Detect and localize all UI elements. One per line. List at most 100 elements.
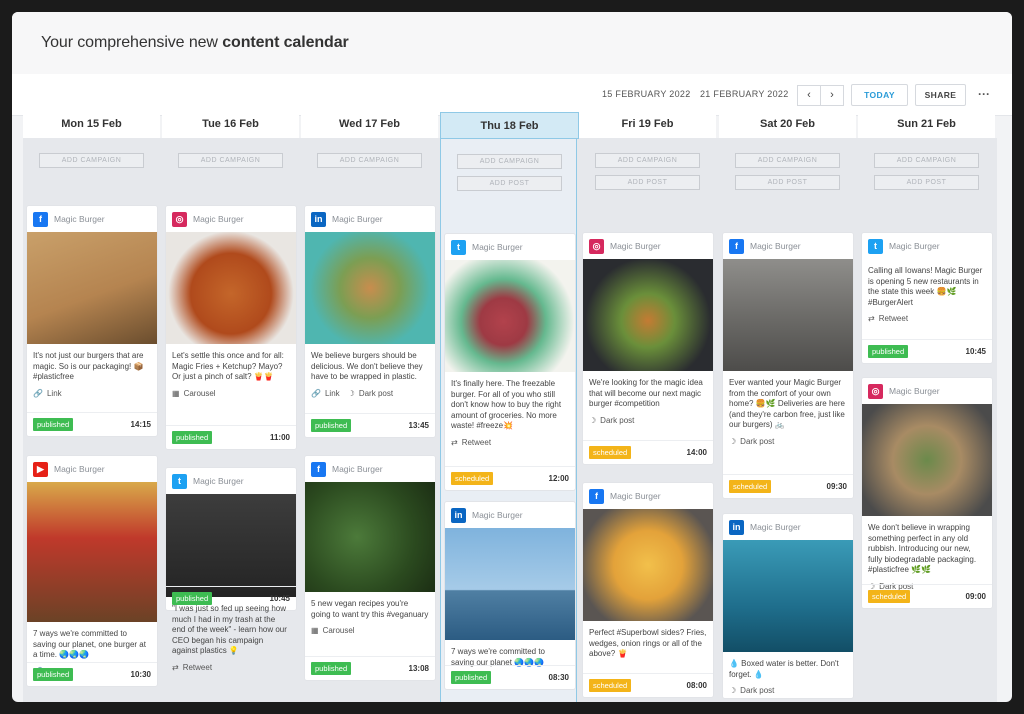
post-time: 10:45	[965, 347, 986, 356]
account-name: Magic Burger	[889, 241, 940, 251]
previous-week-button[interactable]: ‹	[797, 85, 821, 106]
instagram-icon: ◎	[868, 383, 883, 399]
post-meta: 🔗Link	[27, 383, 157, 398]
post-image	[166, 494, 296, 597]
post-type-label: Carousel	[183, 388, 216, 398]
post-card[interactable]: in Magic Burger 7 ways we're committed to …	[445, 502, 575, 689]
post-card[interactable]: f Magic Burger 5 new vegan recipes you're …	[305, 456, 435, 680]
status-badge: scheduled	[589, 446, 632, 459]
add-post-button[interactable]: ADD POST	[457, 176, 562, 191]
post-time: 14:15	[130, 420, 151, 429]
date-toolbar: 15 FEBRUARY 2022 - 21 FEBRUARY 2022 ‹ › …	[12, 74, 1012, 116]
post-card[interactable]: t Magic Burger Calling all Iowans! Magic B…	[862, 233, 992, 363]
post-time: 11:00	[269, 433, 290, 442]
post-card[interactable]: f Magic Burger It's not just our burgers t…	[27, 206, 157, 436]
day-header: Wed 17 Feb	[301, 111, 438, 138]
post-image	[723, 259, 853, 371]
twitter-icon: t	[868, 238, 883, 254]
post-card[interactable]: in Magic Burger 💧 Boxed water is better. D…	[723, 514, 853, 698]
post-footer: published 08:30	[445, 665, 575, 689]
moon-icon: ☽	[729, 686, 737, 695]
account-name: Magic Burger	[750, 241, 801, 251]
share-button[interactable]: SHARE	[915, 84, 966, 106]
post-footer: published 10:45	[862, 339, 992, 363]
app-window: Your comprehensive new content calendar …	[12, 12, 1012, 702]
day-header: Mon 15 Feb	[23, 111, 160, 138]
post-footer: scheduled 09:00	[862, 584, 992, 608]
post-time: 12:00	[548, 474, 569, 483]
post-card[interactable]: ◎ Magic Burger We're looking for the magic…	[583, 233, 713, 464]
day-header: Sat 20 Feb	[719, 111, 856, 138]
add-post-button[interactable]: ADD POST	[735, 175, 840, 190]
post-time: 09:30	[826, 482, 847, 491]
more-options-icon[interactable]: ···	[978, 87, 990, 101]
post-image	[166, 232, 296, 344]
post-card[interactable]: f Magic Burger Ever wanted your Magic Burg…	[723, 233, 853, 498]
post-meta: ⇄ Retweet	[445, 432, 575, 447]
post-image	[27, 482, 157, 622]
post-text: We believe burgers should be delicious. …	[311, 351, 423, 381]
status-badge: published	[172, 431, 213, 444]
status-badge: scheduled	[451, 472, 494, 485]
post-time: 08:30	[548, 673, 569, 682]
page-title: Your comprehensive new content calendar	[41, 34, 349, 51]
post-card[interactable]: in Magic Burger We believe burgers should …	[305, 206, 435, 437]
post-footer: published 14:15	[27, 412, 157, 436]
post-card[interactable]: ◎ Magic Burger We don't believe in wrappin…	[862, 378, 992, 608]
dark-post-tag: ☽ Dark post	[729, 437, 774, 446]
chevron-right-icon: ›	[830, 89, 834, 101]
account-name: Magic Burger	[610, 241, 661, 251]
post-header: ◎ Magic Burger	[583, 233, 713, 259]
post-text: 7 ways we're committed to saving our pla…	[451, 647, 546, 667]
post-type: ▦ Carousel	[311, 626, 355, 635]
post-image	[723, 540, 853, 652]
post-card[interactable]: f Magic Burger Perfect #Superbowl sides? F…	[583, 483, 713, 697]
add-campaign-button[interactable]: ADD CAMPAIGN	[735, 153, 840, 168]
post-footer: published 13:45	[305, 413, 435, 437]
post-image	[27, 232, 157, 344]
post-time: 10:45	[269, 594, 290, 603]
post-time: 13:08	[408, 664, 429, 673]
youtube-icon: ▶	[33, 461, 48, 477]
twitter-icon: t	[172, 473, 187, 489]
add-campaign-button[interactable]: ADD CAMPAIGN	[457, 154, 562, 169]
day-column: Thu 18 Feb ADD CAMPAIGN ADD POST t Magic Bur…	[440, 112, 579, 702]
date-range-end: 21 FEBRUARY 2022	[700, 89, 789, 99]
post-header: f Magic Burger	[305, 456, 435, 482]
post-header: t Magic Burger	[445, 234, 575, 260]
next-week-button[interactable]: ›	[820, 85, 844, 106]
post-text: We're looking for the magic idea that wi…	[589, 378, 703, 408]
post-type-label: Link	[324, 388, 340, 398]
post-type-label: Link	[46, 388, 62, 398]
add-campaign-button[interactable]: ADD CAMPAIGN	[39, 153, 144, 168]
add-post-button[interactable]: ADD POST	[874, 175, 979, 190]
link-icon: 🔗	[311, 388, 321, 398]
post-meta: ☽ Dark post	[723, 431, 853, 446]
account-name: Magic Burger	[54, 214, 105, 224]
post-image	[862, 404, 992, 516]
add-campaign-button[interactable]: ADD CAMPAIGN	[317, 153, 422, 168]
post-card[interactable]: t Magic Burger It's finally here. The free…	[445, 234, 575, 490]
post-image	[583, 259, 713, 371]
twitter-icon: t	[451, 239, 466, 255]
post-card[interactable]: ◎ Magic Burger Let's settle this once and …	[166, 206, 296, 449]
add-post-button[interactable]: ADD POST	[595, 175, 700, 190]
add-campaign-button[interactable]: ADD CAMPAIGN	[178, 153, 283, 168]
post-text: 5 new vegan recipes you're going to want…	[311, 599, 429, 619]
add-campaign-button[interactable]: ADD CAMPAIGN	[874, 153, 979, 168]
post-type: ⇄ Retweet	[172, 663, 212, 672]
post-card[interactable]: t Magic Burger "I was just so fed up seein…	[166, 468, 296, 672]
post-footer: scheduled 08:00	[583, 673, 713, 697]
post-footer: scheduled 14:00	[583, 440, 713, 464]
post-meta: ⇄ Retweet	[166, 657, 296, 672]
post-text: Calling all Iowans! Magic Burger is open…	[868, 266, 983, 307]
day-header: Sun 21 Feb	[858, 111, 995, 138]
day-column: Sat 20 Feb ADD CAMPAIGN ADD POST f Magic Bur…	[719, 111, 856, 702]
today-button[interactable]: TODAY	[851, 84, 908, 106]
add-campaign-button[interactable]: ADD CAMPAIGN	[595, 153, 700, 168]
post-image	[305, 232, 435, 344]
post-card[interactable]: ▶ Magic Burger 7 ways we're committed to s…	[27, 456, 157, 686]
status-badge: published	[451, 671, 492, 684]
post-header: in Magic Burger	[445, 502, 575, 528]
status-badge: scheduled	[868, 590, 911, 603]
